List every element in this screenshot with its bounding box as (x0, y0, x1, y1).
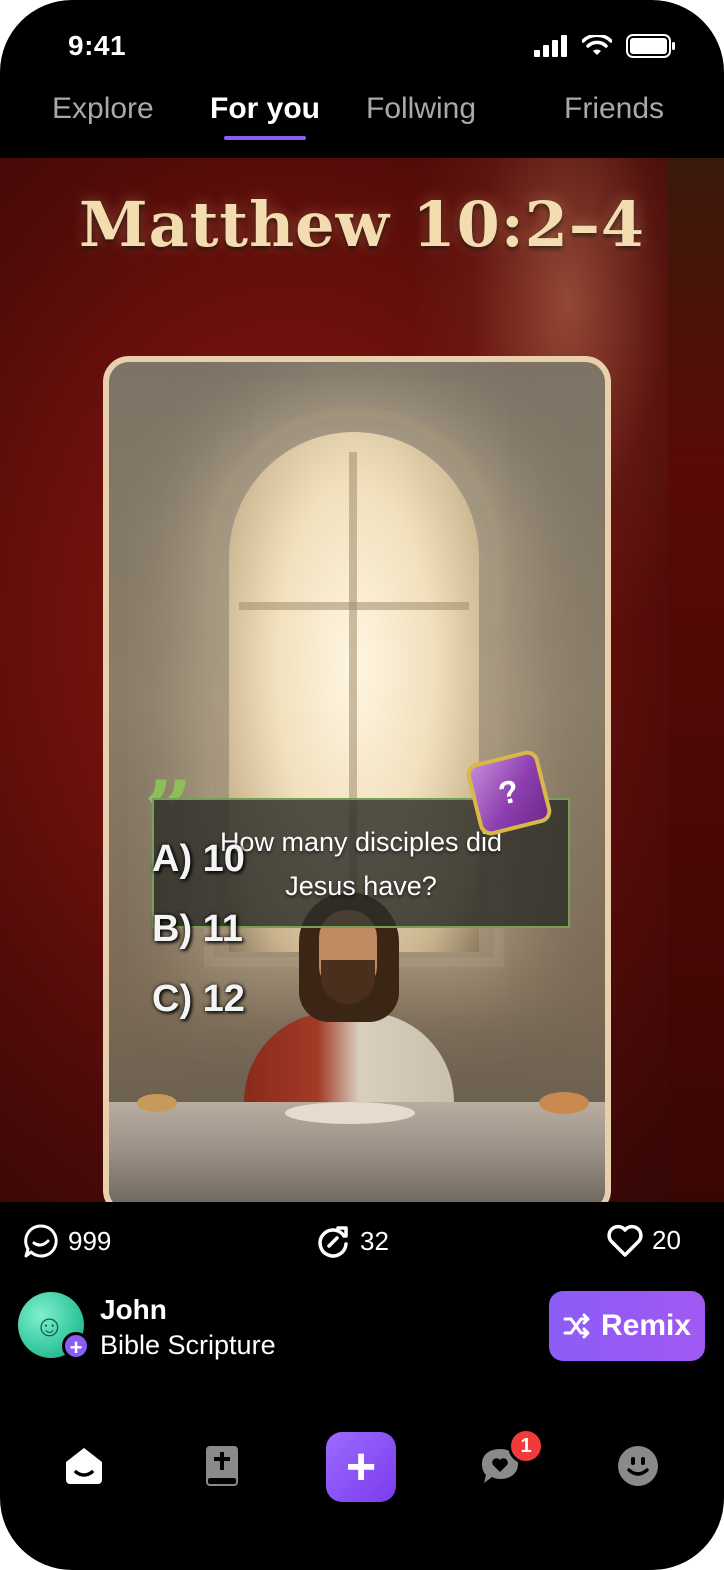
create-button[interactable]: + (326, 1432, 396, 1502)
nav-profile[interactable] (602, 1430, 674, 1502)
answer-option-a[interactable]: A) 10 (152, 838, 245, 881)
comment-count: 999 (68, 1225, 112, 1256)
post-content[interactable]: Matthew 10:2–4 ” How many disciples did … (0, 158, 724, 1202)
like-button[interactable]: 20 (606, 1222, 681, 1258)
profile-icon (618, 1446, 658, 1486)
heart-icon (607, 1224, 643, 1257)
home-icon (66, 1448, 102, 1484)
messages-badge: 1 (508, 1428, 544, 1464)
signal-icon (534, 35, 567, 57)
tab-explore[interactable]: Explore (52, 92, 154, 126)
status-bar: 9:41 (0, 0, 724, 80)
nav-home[interactable] (48, 1430, 120, 1502)
share-refresh-icon (318, 1226, 348, 1258)
author-name[interactable]: John (100, 1294, 167, 1326)
author-subtitle: Bible Scripture (100, 1330, 276, 1360)
post-headline: Matthew 10:2–4 (78, 188, 645, 261)
answer-option-c[interactable]: C) 12 (152, 978, 245, 1021)
post-actions: 999 32 20 (0, 1222, 724, 1272)
bread-right (539, 1092, 589, 1114)
author-row: ☺ + John Bible Scripture Remix (0, 1288, 724, 1378)
nav-bible[interactable] (186, 1430, 258, 1502)
bottom-nav: + 1 (0, 1428, 724, 1510)
phone-screen: 9:41 Explore For you Follwing Friends Ma… (0, 0, 724, 1570)
shuffle-icon (563, 1313, 590, 1339)
share-count: 32 (360, 1225, 389, 1256)
battery-icon (626, 34, 675, 58)
tab-friends[interactable]: Friends (564, 92, 664, 126)
active-tab-indicator (224, 136, 306, 140)
avatar-face: ☺ (34, 1310, 65, 1343)
wifi-icon (582, 35, 612, 55)
like-count: 20 (652, 1224, 681, 1255)
status-icons (534, 34, 676, 58)
feed-tabs: Explore For you Follwing Friends (0, 84, 724, 144)
status-time: 9:41 (68, 30, 127, 61)
remix-button[interactable]: Remix (549, 1291, 705, 1361)
follow-button[interactable]: + (62, 1332, 90, 1360)
comment-icon (24, 1224, 58, 1258)
tab-following[interactable]: Follwing (366, 92, 476, 126)
answer-option-b[interactable]: B) 11 (152, 908, 243, 951)
remix-label: Remix (600, 1309, 692, 1342)
bread-left (137, 1094, 177, 1112)
tab-for-you[interactable]: For you (210, 92, 320, 126)
plate (285, 1102, 415, 1124)
background-edge (668, 158, 724, 1202)
share-button[interactable]: 32 (314, 1222, 389, 1260)
comment-button[interactable]: 999 (22, 1222, 111, 1260)
window-transom (239, 602, 469, 610)
bible-icon (206, 1446, 238, 1486)
